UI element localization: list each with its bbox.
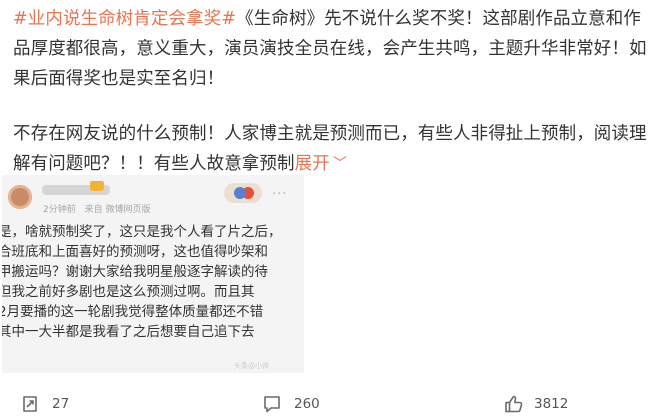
embed-header: 2分钟前 来自 微博网页版 ···	[2, 175, 304, 221]
comment-icon	[264, 396, 280, 413]
embed-time: 2分钟前	[43, 205, 76, 215]
post-paragraph-1: #业内说生命树肯定会拿奖#《生命树》先不说什么奖不奖！这部剧作品立意和作品厚度都…	[13, 4, 653, 94]
embed-line: 其中一大半都是我看了之后想要自己追下去	[2, 324, 255, 340]
embed-source: 来自 微博网页版	[84, 205, 151, 215]
thumbs-up-icon	[505, 395, 523, 413]
avatar	[8, 185, 32, 209]
topic-link[interactable]: #业内说生命树肯定会拿奖#	[13, 9, 236, 29]
embed-line: 合班底和上面喜好的预测呀，这也值得吵架和	[2, 244, 268, 260]
comment-count: 260	[294, 396, 320, 412]
comment-button[interactable]: 260	[262, 393, 320, 415]
action-bar: 27 260 3812	[0, 389, 660, 420]
embed-meta: 2分钟前 来自 微博网页版	[43, 202, 150, 215]
badge-icon	[224, 183, 262, 203]
repost-button[interactable]: 27	[20, 393, 69, 415]
embed-line: 但我之前好多剧也是这么预测过啊。而且其	[2, 284, 255, 300]
repost-count: 27	[52, 396, 70, 412]
embed-body: 是，啥就预制奖了，这只是我个人看了片之后， 合班底和上面喜好的预测呀，这也值得吵…	[2, 222, 304, 342]
like-count: 3812	[534, 396, 569, 412]
repost-icon	[23, 396, 37, 412]
embedded-screenshot[interactable]: 2分钟前 来自 微博网页版 ··· 是，啥就预制奖了，这只是我个人看了片之后， …	[2, 175, 304, 373]
post-text: #业内说生命树肯定会拿奖#《生命树》先不说什么奖不奖！这部剧作品立意和作品厚度都…	[13, 4, 653, 180]
post-paragraph-2: 不存在网友说的什么预制！人家博主就是预测而已，有些人非得扯上预制，阅读理解有问题…	[13, 119, 653, 180]
chevron-down-icon: ﹀	[332, 156, 347, 172]
expand-button[interactable]: 展开 ﹀	[295, 154, 347, 174]
like-button[interactable]: 3812	[504, 393, 568, 415]
crown-icon	[90, 181, 104, 191]
watermark: 头条@小帅	[234, 362, 269, 370]
more-icon: ···	[272, 187, 288, 202]
expand-label: 展开	[294, 154, 330, 174]
embed-line: 2月要播的这一轮剧我觉得整体质量都还不错	[2, 304, 264, 320]
embed-line: 甲搬运吗？谢谢大家给我明星般逐字解读的待	[2, 264, 268, 280]
embed-line: 是，啥就预制奖了，这只是我个人看了片之后，	[2, 224, 282, 240]
